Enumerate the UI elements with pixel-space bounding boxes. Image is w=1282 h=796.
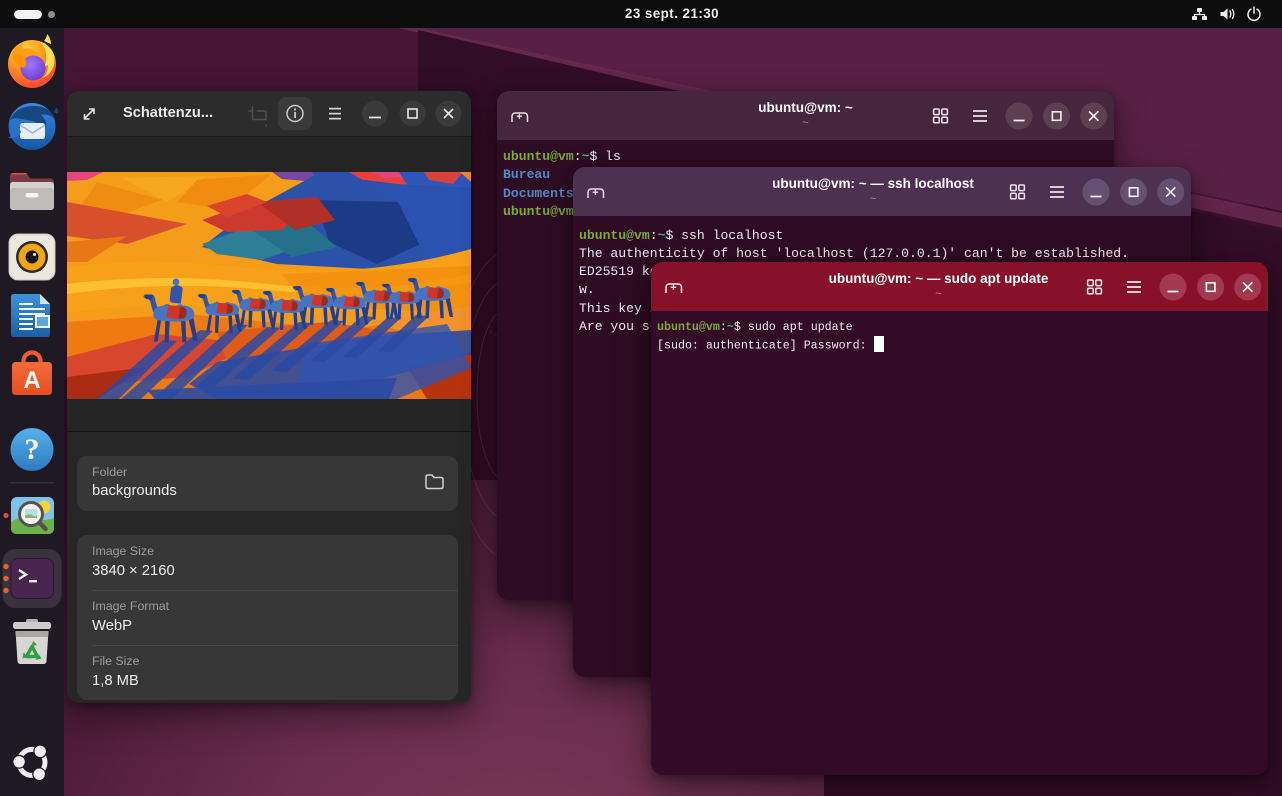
svg-text:A: A xyxy=(23,367,40,394)
svg-text:?: ? xyxy=(25,433,40,466)
